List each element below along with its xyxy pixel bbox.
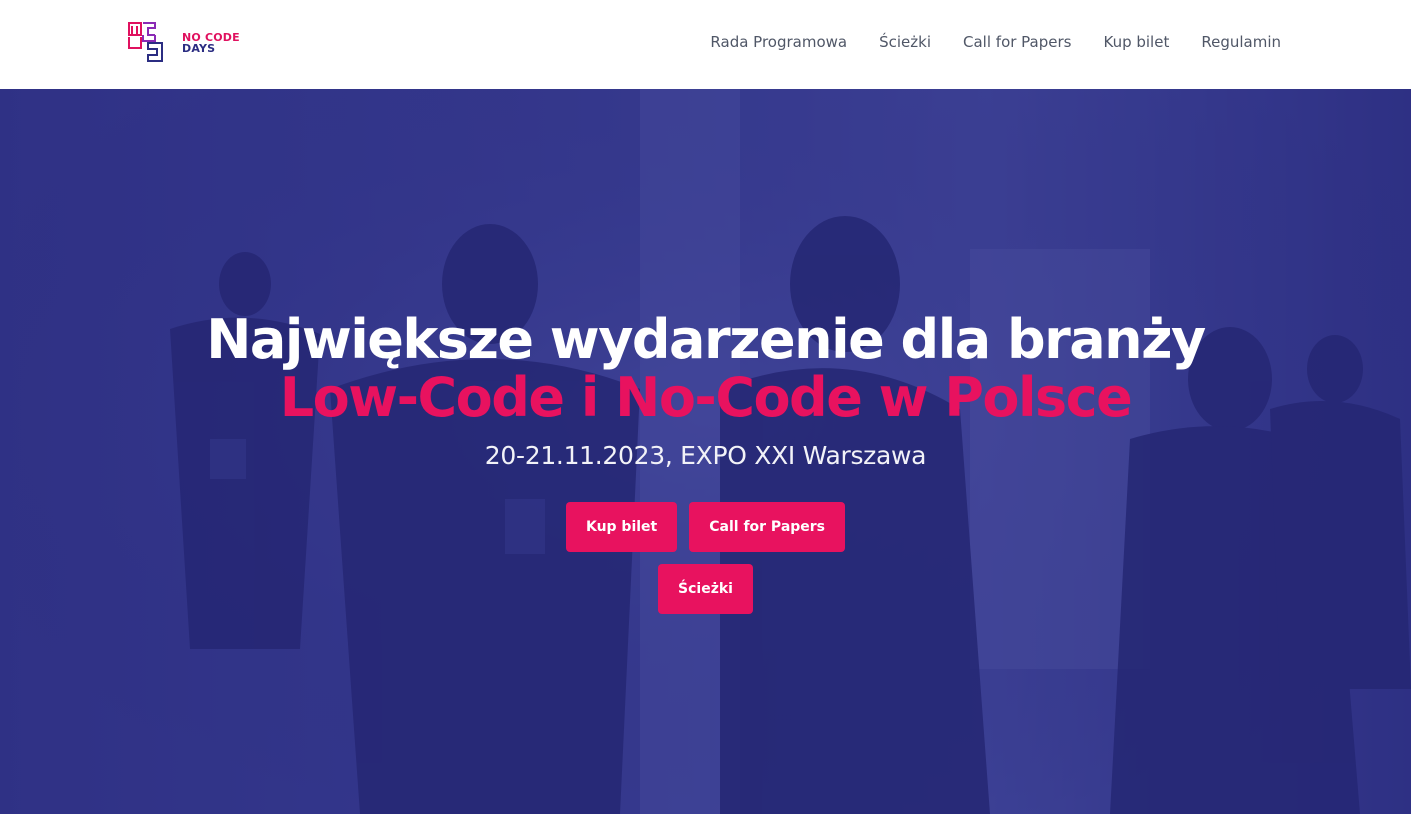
hero-content: Największe wydarzenie dla branży Low-Cod… — [0, 311, 1411, 614]
logo-line-2: DAYS — [182, 42, 216, 55]
hero-section: Największe wydarzenie dla branży Low-Cod… — [0, 89, 1411, 814]
nav-link-rada-programowa[interactable]: Rada Programowa — [710, 33, 847, 51]
headline-line-2: Low-Code i No-Code w Polsce — [279, 366, 1133, 429]
buy-ticket-button[interactable]: Kup bilet — [565, 502, 678, 552]
ncd-monogram-icon — [128, 22, 163, 62]
main-nav: Rada Programowa Ścieżki Call for Papers … — [710, 33, 1281, 51]
event-date-location: 20-21.11.2023, EXPO XXI Warszawa — [484, 441, 927, 470]
nav-link-sciezki[interactable]: Ścieżki — [879, 33, 931, 51]
nav-link-kup-bilet[interactable]: Kup bilet — [1103, 33, 1169, 51]
hero-headline: Największe wydarzenie dla branży Low-Cod… — [0, 311, 1411, 427]
logo-wordmark: NO CODE DAYS — [182, 32, 240, 54]
tracks-button[interactable]: Ścieżki — [658, 564, 753, 614]
nav-link-regulamin[interactable]: Regulamin — [1201, 33, 1281, 51]
call-for-papers-button[interactable]: Call for Papers — [689, 502, 846, 552]
headline-line-1: Największe wydarzenie dla branży — [206, 308, 1206, 371]
top-navbar: NO CODE DAYS Rada Programowa Ścieżki Cal… — [0, 0, 1411, 89]
nav-link-call-for-papers[interactable]: Call for Papers — [963, 33, 1071, 51]
site-logo[interactable]: NO CODE DAYS — [128, 22, 240, 64]
hero-button-row-2: Ścieżki — [0, 564, 1411, 614]
hero-button-row-1: Kup bilet Call for Papers — [0, 502, 1411, 552]
